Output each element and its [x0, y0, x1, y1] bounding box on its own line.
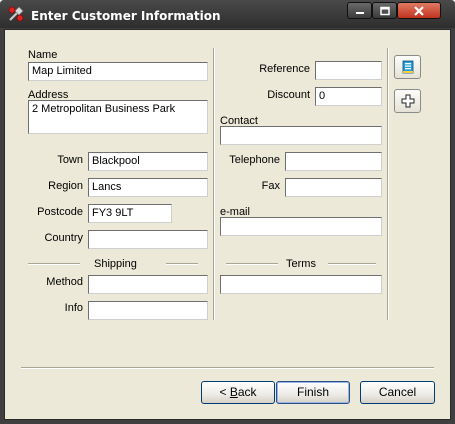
shipping-divider-left	[28, 263, 80, 265]
town-field[interactable]: Blackpool	[88, 152, 208, 171]
back-prefix: <	[219, 385, 230, 399]
terms-divider-right	[328, 263, 376, 265]
back-button[interactable]: < Back	[201, 381, 275, 404]
address-field[interactable]: 2 Metropolitan Business Park	[28, 100, 208, 134]
add-icon	[401, 94, 414, 108]
reference-field[interactable]	[315, 61, 382, 80]
town-label: Town	[57, 154, 83, 166]
close-icon	[414, 5, 424, 16]
add-button[interactable]	[394, 89, 421, 113]
finish-button[interactable]: Finish	[276, 381, 350, 404]
country-label: Country	[44, 232, 83, 244]
side-divider	[387, 48, 389, 320]
contact-field[interactable]	[220, 126, 382, 145]
fax-label: Fax	[261, 180, 280, 192]
app-icon	[8, 6, 24, 22]
reference-label: Reference	[259, 63, 310, 75]
name-label: Name	[28, 49, 58, 61]
close-button[interactable]	[397, 2, 441, 19]
cancel-button[interactable]: Cancel	[360, 381, 435, 404]
region-label: Region	[48, 180, 83, 192]
minimize-icon	[355, 11, 364, 14]
country-field[interactable]	[88, 230, 208, 249]
maximize-button[interactable]	[372, 2, 397, 19]
shipping-heading: Shipping	[94, 258, 137, 270]
postcode-label: Postcode	[37, 206, 83, 218]
info-label: Info	[64, 302, 83, 314]
dialog-body: Name Map Limited Address 2 Metropolitan …	[4, 29, 451, 420]
title-bar[interactable]: Enter Customer Information	[0, 0, 455, 28]
terms-divider-left	[226, 263, 278, 265]
notes-button[interactable]	[394, 55, 421, 79]
telephone-field[interactable]	[285, 152, 382, 171]
dialog-window: Enter Customer Information Name Map Limi…	[0, 0, 455, 424]
fax-field[interactable]	[285, 178, 382, 197]
info-field[interactable]	[88, 301, 208, 320]
terms-heading: Terms	[286, 258, 316, 270]
discount-field[interactable]: 0	[315, 87, 382, 106]
email-field[interactable]	[220, 217, 382, 236]
postcode-field[interactable]: FY3 9LT	[88, 204, 172, 223]
shipping-divider-right	[166, 263, 198, 265]
minimize-button[interactable]	[347, 2, 372, 19]
footer-divider	[21, 367, 434, 369]
back-rest: ack	[237, 385, 257, 399]
terms-field[interactable]	[220, 275, 382, 294]
column-divider	[213, 48, 215, 320]
name-field[interactable]: Map Limited	[28, 62, 208, 81]
window-title: Enter Customer Information	[31, 9, 221, 23]
method-label: Method	[46, 276, 83, 288]
discount-label: Discount	[267, 89, 310, 101]
method-field[interactable]	[88, 275, 208, 294]
back-hotkey: B	[229, 385, 238, 399]
telephone-label: Telephone	[229, 154, 280, 166]
notes-icon	[402, 60, 413, 74]
maximize-icon	[379, 6, 390, 15]
region-field[interactable]: Lancs	[88, 178, 208, 197]
